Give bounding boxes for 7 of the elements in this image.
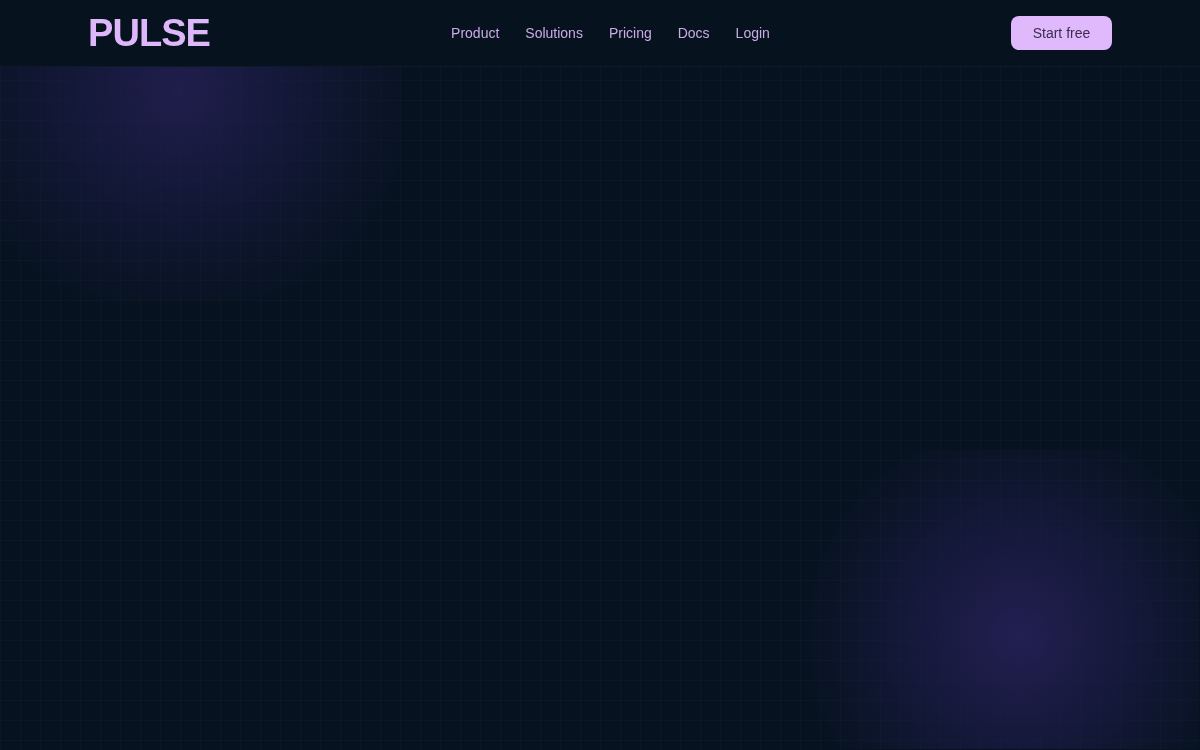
start-free-button[interactable]: Start free	[1011, 16, 1112, 50]
nav-link[interactable]: Login	[735, 22, 770, 44]
nav-link[interactable]: Product	[451, 22, 500, 44]
nav-link[interactable]: Solutions	[525, 22, 583, 44]
nav-link[interactable]: Pricing	[608, 22, 652, 44]
pulse-logo[interactable]: PULSE	[88, 14, 210, 52]
nav-link[interactable]: Docs	[677, 22, 710, 44]
